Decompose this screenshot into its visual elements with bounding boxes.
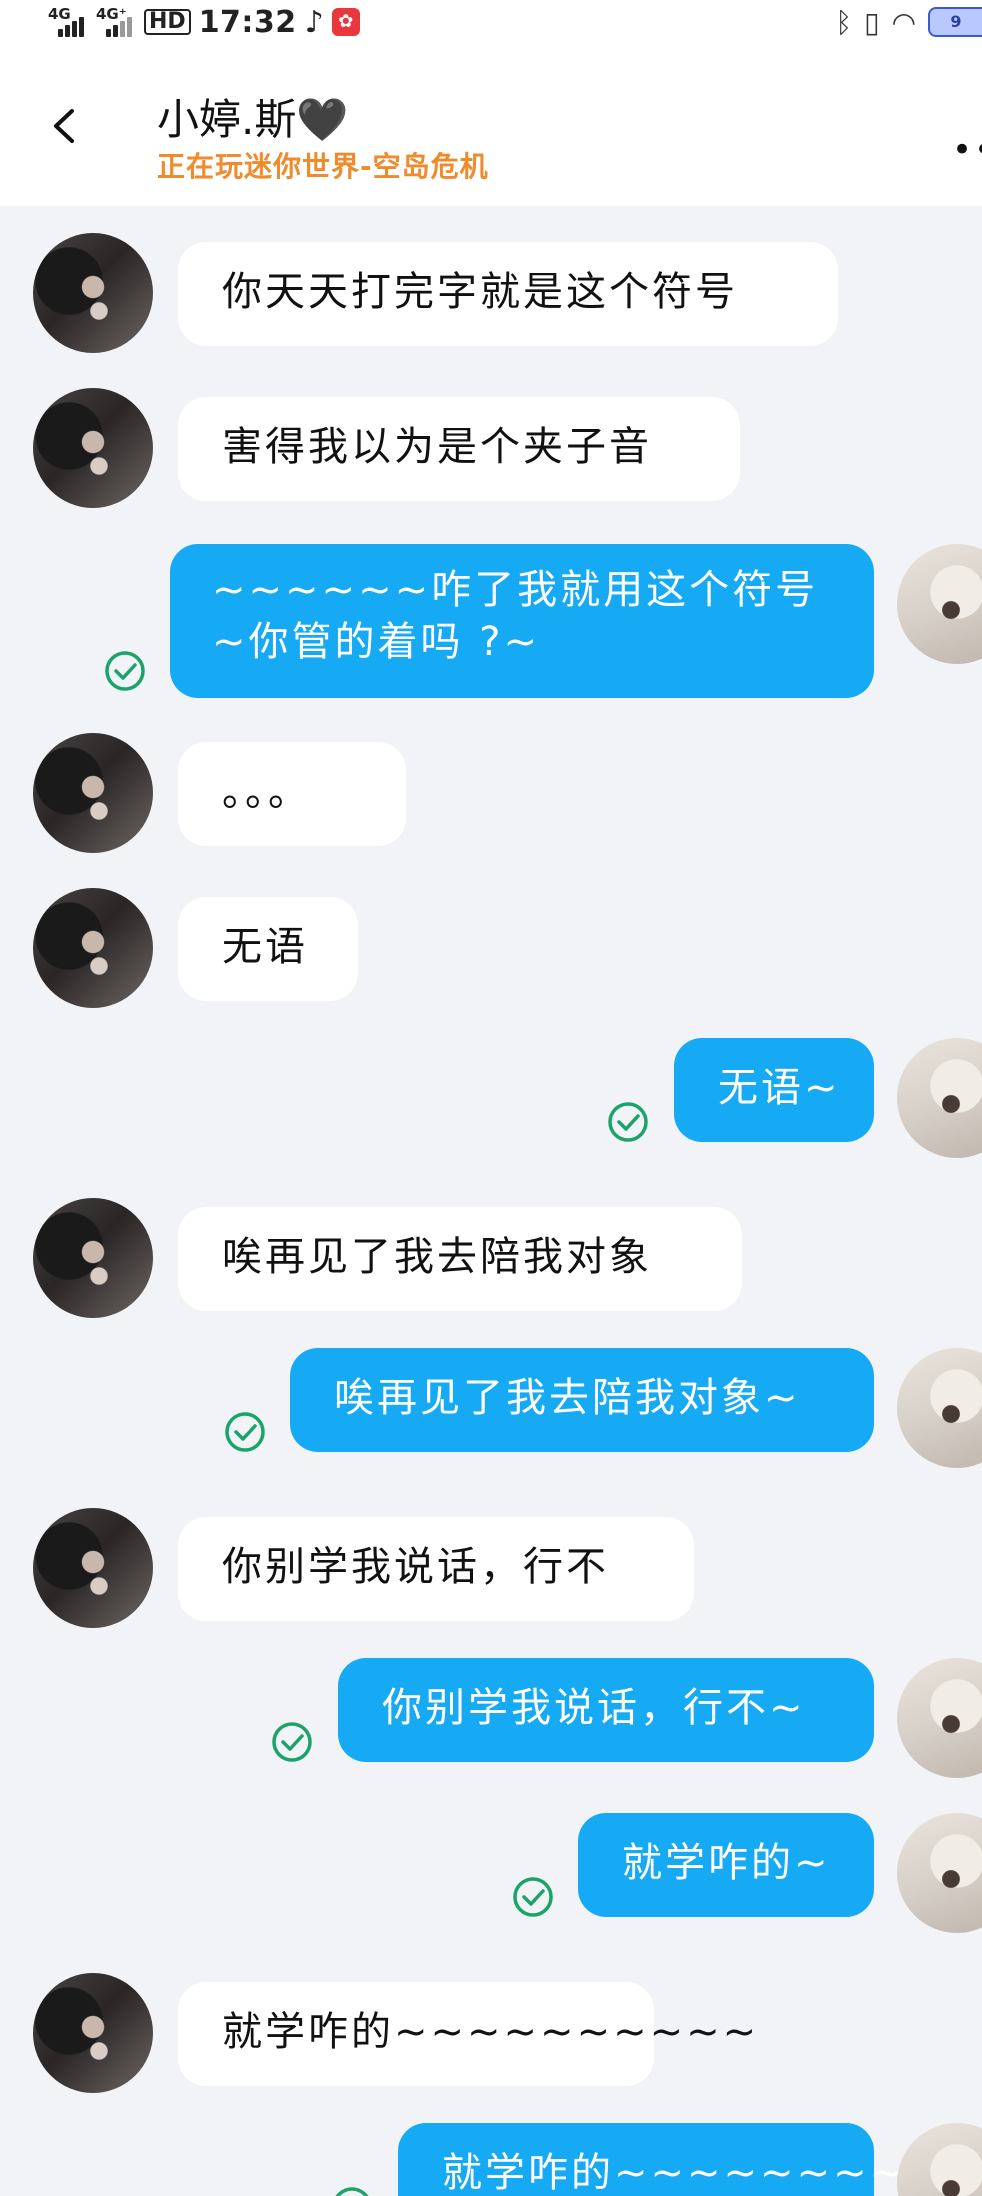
contact-avatar[interactable] — [33, 888, 153, 1008]
message-row: 你别学我说话，行不~ — [0, 1658, 982, 1782]
contact-avatar[interactable] — [33, 233, 153, 353]
bluetooth-icon: ᛒ — [835, 5, 853, 39]
message-list[interactable]: 你天天打完字就是这个符号 害得我以为是个夹子音 ~~~~~~咋了我就用这个符号~… — [0, 206, 982, 2196]
my-avatar[interactable] — [897, 2123, 982, 2196]
my-avatar[interactable] — [897, 1813, 982, 1933]
incoming-message[interactable]: 害得我以为是个夹子音 — [178, 397, 740, 501]
wifi-icon: ◠ — [891, 5, 916, 39]
read-check-icon — [608, 1102, 648, 1142]
incoming-message[interactable]: 无语 — [178, 897, 358, 1001]
app-notification-icon: ✿ — [331, 8, 360, 36]
signal-icon-1: 4G — [48, 5, 88, 37]
contact-avatar[interactable] — [33, 733, 153, 853]
message-row: 唉再见了我去陪我对象~ — [0, 1348, 982, 1472]
read-check-icon — [225, 1412, 265, 1452]
my-avatar[interactable] — [897, 1348, 982, 1468]
back-arrow-icon[interactable] — [46, 108, 82, 144]
clock: 17:32 — [198, 4, 297, 40]
my-avatar[interactable] — [897, 1038, 982, 1158]
message-row: 你天天打完字就是这个符号 — [0, 228, 982, 353]
hd-voice-icon: HD — [144, 9, 191, 35]
status-bar: 4G 4G⁺ HD 17:32 ♪ ✿ ᛒ ▯ ◠ 9 — [0, 0, 982, 48]
message-row: 。。。 — [0, 728, 982, 853]
contact-name[interactable]: 小婷.斯🖤 — [157, 86, 349, 147]
outgoing-message[interactable]: 无语~ — [674, 1038, 874, 1142]
signal-1-label: 4G — [48, 5, 71, 23]
read-check-icon — [105, 651, 145, 691]
message-row: 你别学我说话，行不 — [0, 1503, 982, 1628]
contact-avatar[interactable] — [33, 1973, 153, 2093]
read-check-icon — [272, 1722, 312, 1762]
outgoing-message[interactable]: 唉再见了我去陪我对象~ — [290, 1348, 874, 1452]
more-options-icon[interactable]: •• — [952, 130, 982, 170]
outgoing-message[interactable]: 就学咋的~~~~~~~~~~ — [398, 2123, 976, 2196]
message-row: 害得我以为是个夹子音 — [0, 383, 982, 508]
message-row: 无语~ — [0, 1038, 982, 1162]
status-left: 4G 4G⁺ HD 17:32 ♪ ✿ — [48, 4, 360, 40]
vibrate-icon: ▯ — [864, 5, 880, 39]
my-avatar[interactable] — [897, 544, 982, 664]
read-check-icon — [513, 1877, 553, 1917]
message-row: 就学咋的~~~~~~~~~~ — [0, 1968, 982, 2093]
contact-avatar[interactable] — [33, 1198, 153, 1318]
tiktok-icon: ♪ — [304, 4, 324, 40]
incoming-message[interactable]: 唉再见了我去陪我对象 — [178, 1207, 742, 1311]
signal-icon-2: 4G⁺ — [96, 5, 136, 37]
signal-2-label: 4G⁺ — [96, 5, 127, 23]
outgoing-message[interactable]: 就学咋的~ — [578, 1813, 874, 1917]
battery-icon: 9 — [928, 7, 982, 37]
message-row: ~~~~~~咋了我就用这个符号~你管的着吗 ?~ — [0, 538, 982, 698]
message-row: 就学咋的~ — [0, 1813, 982, 1937]
incoming-message[interactable]: 就学咋的~~~~~~~~~~ — [178, 1982, 756, 2086]
outgoing-message[interactable]: ~~~~~~咋了我就用这个符号~你管的着吗 ?~ — [170, 544, 874, 698]
incoming-message[interactable]: 。。。 — [178, 742, 406, 846]
message-row: 无语 — [0, 883, 982, 1008]
incoming-message[interactable]: 你天天打完字就是这个符号 — [178, 242, 838, 346]
message-row: 就学咋的~~~~~~~~~~ — [0, 2123, 982, 2196]
contact-avatar[interactable] — [33, 388, 153, 508]
incoming-message[interactable]: 你别学我说话，行不 — [178, 1517, 694, 1621]
my-avatar[interactable] — [897, 1658, 982, 1778]
contact-status[interactable]: 正在玩迷你世界-空岛危机 — [157, 145, 489, 185]
contact-avatar[interactable] — [33, 1508, 153, 1628]
outgoing-message[interactable]: 你别学我说话，行不~ — [338, 1658, 874, 1762]
read-check-icon — [335, 2187, 369, 2196]
status-right: ᛒ ▯ ◠ 9 — [835, 4, 982, 40]
message-row: 唉再见了我去陪我对象 — [0, 1193, 982, 1318]
chat-header: 小婷.斯🖤 正在玩迷你世界-空岛危机 •• — [0, 48, 982, 206]
